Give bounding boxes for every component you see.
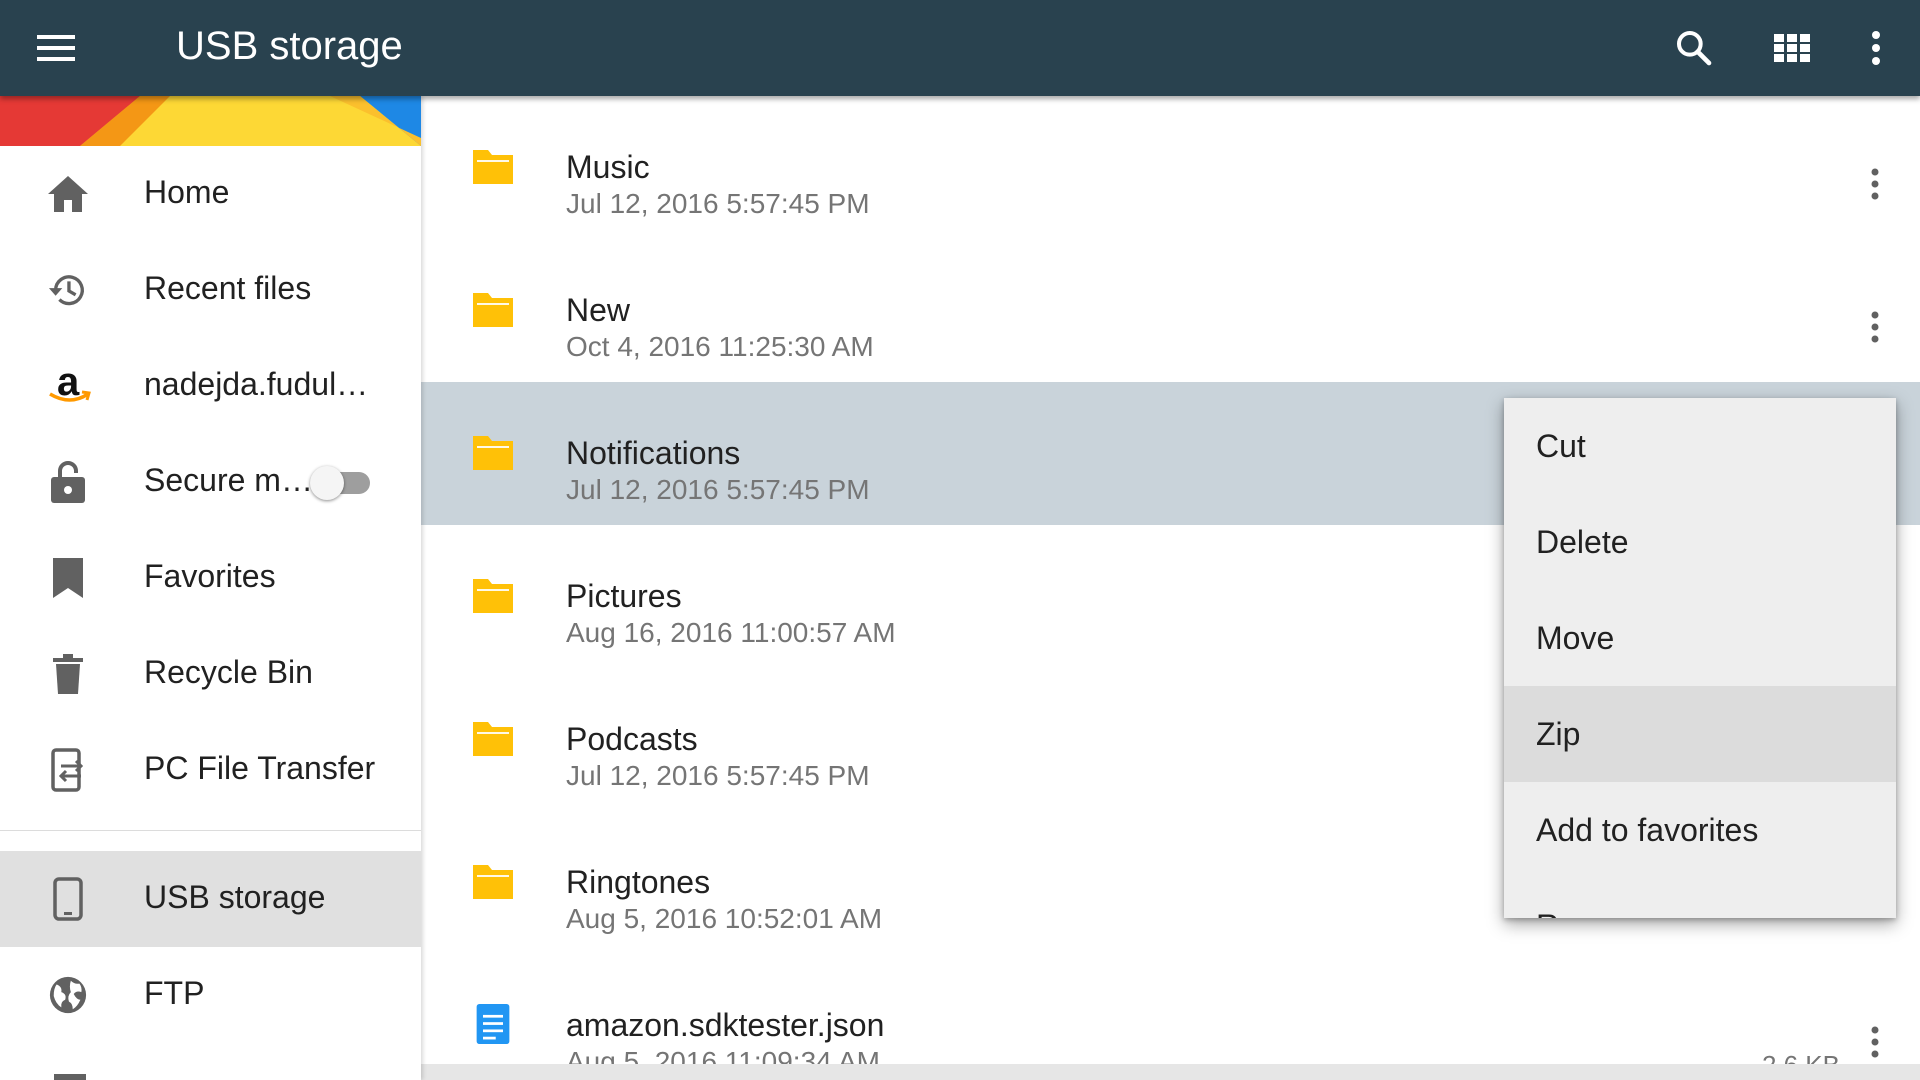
folder-icon bbox=[473, 579, 513, 613]
file-name: Pictures bbox=[566, 578, 682, 614]
file-name: Music bbox=[566, 149, 650, 185]
file-name: New bbox=[566, 292, 631, 328]
folder-icon bbox=[473, 865, 513, 899]
app-bar: USB storage bbox=[0, 0, 1920, 96]
sidebar-item-favorites[interactable]: Favorites bbox=[0, 530, 421, 626]
folder-icon bbox=[473, 150, 513, 184]
menu-item-label: Delete bbox=[1536, 524, 1629, 560]
drawer-header-banner bbox=[0, 96, 421, 146]
folder-icon bbox=[473, 722, 513, 756]
amazon-icon: a bbox=[48, 360, 91, 406]
menu-item-rename[interactable]: Rename bbox=[1504, 878, 1896, 918]
file-date: Jul 12, 2016 5:57:45 PM bbox=[566, 760, 870, 791]
secure-mode-toggle[interactable] bbox=[310, 464, 376, 500]
menu-item-cut[interactable]: Cut bbox=[1504, 398, 1896, 494]
partial-next-nav-icon bbox=[54, 1074, 86, 1080]
menu-item-label: Rename bbox=[1536, 908, 1657, 918]
pc-transfer-icon bbox=[48, 748, 88, 792]
search-icon[interactable] bbox=[1664, 20, 1724, 76]
more-vertical-icon[interactable] bbox=[1857, 164, 1893, 204]
file-size: 2.6 KB bbox=[1762, 1050, 1840, 1064]
sidebar-item-label: PC File Transfer bbox=[144, 750, 376, 786]
file-name: Ringtones bbox=[566, 864, 711, 900]
page-title: USB storage bbox=[176, 24, 403, 68]
sidebar-item-recycle-bin[interactable]: Recycle Bin bbox=[0, 626, 421, 722]
sidebar-item-home[interactable]: Home bbox=[0, 146, 421, 242]
globe-icon bbox=[48, 975, 88, 1015]
menu-item-move[interactable]: Move bbox=[1504, 590, 1896, 686]
list-item[interactable]: Music Jul 12, 2016 5:57:45 PM bbox=[421, 96, 1920, 239]
file-date: Aug 16, 2016 11:00:57 AM bbox=[566, 617, 896, 648]
document-icon bbox=[476, 1004, 510, 1044]
grid-view-icon[interactable] bbox=[1762, 20, 1822, 76]
sidebar-item-label: FTP bbox=[144, 975, 205, 1011]
file-name: Podcasts bbox=[566, 721, 698, 757]
file-date: Jul 12, 2016 5:57:45 PM bbox=[566, 474, 870, 505]
sidebar-item-amazon-account[interactable]: a nadejda.fudul… bbox=[0, 338, 421, 434]
lock-icon bbox=[48, 461, 88, 503]
sidebar-item-pc-file-transfer[interactable]: PC File Transfer bbox=[0, 722, 421, 818]
sidebar-item-label: Recycle Bin bbox=[144, 654, 313, 690]
file-date: Oct 4, 2016 11:25:30 AM bbox=[566, 331, 874, 362]
toggle-thumb bbox=[310, 466, 344, 500]
more-vertical-icon[interactable] bbox=[1846, 20, 1906, 76]
sidebar-item-usb-storage[interactable]: USB storage bbox=[0, 851, 421, 947]
menu-item-label: Cut bbox=[1536, 428, 1586, 464]
file-name: amazon.sdktester.json bbox=[566, 1007, 885, 1043]
file-date: Jul 12, 2016 5:57:45 PM bbox=[566, 188, 870, 219]
home-icon bbox=[48, 174, 88, 214]
folder-icon bbox=[473, 436, 513, 470]
menu-item-delete[interactable]: Delete bbox=[1504, 494, 1896, 590]
sidebar-item-label: nadejda.fudul… bbox=[144, 366, 369, 402]
hamburger-menu-icon[interactable] bbox=[26, 22, 86, 74]
more-vertical-icon[interactable] bbox=[1857, 1022, 1893, 1062]
menu-item-add-to-favorites[interactable]: Add to favorites bbox=[1504, 782, 1896, 878]
menu-item-zip[interactable]: Zip bbox=[1504, 686, 1896, 782]
list-item[interactable]: New Oct 4, 2016 11:25:30 AM bbox=[421, 239, 1920, 382]
navigation-drawer: Home Recent files a nadejda.fudul… Secur… bbox=[0, 96, 421, 1080]
context-menu: Cut Delete Move Zip Add to favorites Ren… bbox=[1504, 398, 1896, 918]
menu-item-label: Add to favorites bbox=[1536, 812, 1759, 848]
bottom-scroll-area bbox=[421, 1064, 1920, 1080]
sidebar-item-label: Favorites bbox=[144, 558, 276, 594]
file-name: Notifications bbox=[566, 435, 741, 471]
file-date: Aug 5, 2016 10:52:01 AM bbox=[566, 903, 883, 934]
phone-device-icon bbox=[48, 877, 88, 921]
sidebar-item-secure-mode[interactable]: Secure m… bbox=[0, 434, 421, 530]
sidebar-item-label: Secure m… bbox=[144, 462, 313, 498]
sidebar-item-recent-files[interactable]: Recent files bbox=[0, 242, 421, 338]
menu-item-label: Zip bbox=[1536, 716, 1581, 752]
folder-icon bbox=[473, 293, 513, 327]
trash-icon bbox=[48, 654, 88, 694]
sidebar-item-ftp[interactable]: FTP bbox=[0, 947, 421, 1043]
list-item[interactable]: amazon.sdktester.json Aug 5, 2016 11:09:… bbox=[421, 954, 1920, 1064]
file-date: Aug 5, 2016 11:09:34 AM bbox=[566, 1046, 880, 1064]
bookmark-icon bbox=[48, 558, 88, 598]
sidebar-item-label: USB storage bbox=[144, 879, 326, 915]
sidebar-item-label: Home bbox=[144, 174, 230, 210]
menu-item-label: Move bbox=[1536, 620, 1615, 656]
more-vertical-icon[interactable] bbox=[1857, 307, 1893, 347]
sidebar-item-label: Recent files bbox=[144, 270, 312, 306]
drawer-divider bbox=[0, 830, 421, 831]
history-icon bbox=[48, 270, 88, 310]
